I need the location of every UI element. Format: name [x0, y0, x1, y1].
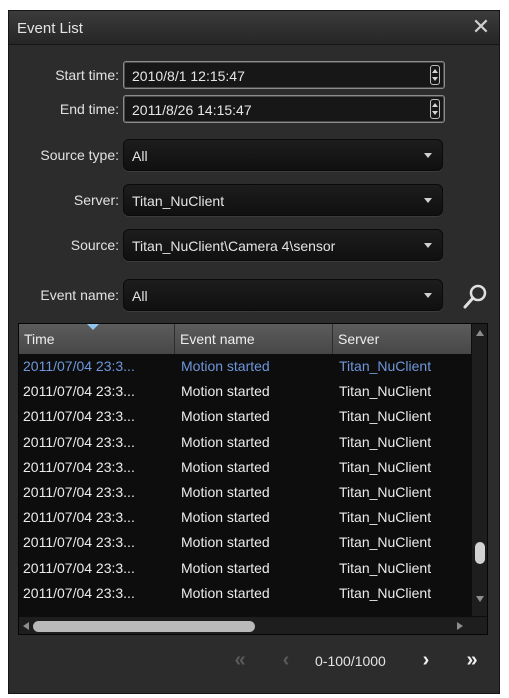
- event-name-dropdown[interactable]: All: [123, 279, 443, 311]
- table-row[interactable]: 2011/07/04 23:3... Motion started Titan_Nu…: [19, 430, 471, 455]
- last-page-button[interactable]: »: [459, 647, 485, 673]
- chevron-down-icon: [424, 198, 432, 203]
- vertical-scroll-thumb[interactable]: [475, 542, 485, 564]
- source-dropdown[interactable]: Titan_NuClient\Camera 4\sensor: [123, 229, 443, 261]
- cell-time: 2011/07/04 23:3...: [23, 509, 135, 526]
- cell-server: Titan_NuClient: [339, 559, 432, 576]
- search-icon[interactable]: [459, 281, 491, 313]
- cell-time: 2011/07/04 23:3...: [23, 458, 135, 475]
- cell-time: 2011/07/04 23:3...: [23, 483, 135, 500]
- cell-time: 2011/07/04 23:3...: [23, 534, 135, 551]
- event-name-value: All: [132, 288, 148, 304]
- table-header: Time Event name Server: [19, 324, 471, 354]
- cell-server: Titan_NuClient: [339, 534, 432, 551]
- cell-time: 2011/07/04 23:3...: [23, 433, 135, 450]
- table-row[interactable]: 2011/07/04 23:3... Motion started Titan_Nu…: [19, 480, 471, 505]
- cell-event-name: Motion started: [181, 458, 270, 475]
- next-page-button[interactable]: ›: [417, 647, 435, 673]
- cell-event-name: Motion started: [181, 358, 270, 374]
- table-row[interactable]: 2011/07/04 23:3... Motion started Titan_Nu…: [19, 404, 471, 429]
- page-info: 0-100/1000: [315, 653, 386, 669]
- spinner-down-icon[interactable]: [432, 111, 438, 115]
- chevron-down-icon: [424, 243, 432, 248]
- end-time-field[interactable]: 2011/8/26 14:15:47: [123, 95, 445, 123]
- spinner-up-icon[interactable]: [432, 103, 438, 107]
- chevron-down-icon: [424, 293, 432, 298]
- chevron-down-icon: [424, 153, 432, 158]
- table-row[interactable]: 2011/07/04 23:3... Motion started Titan_Nu…: [19, 505, 471, 530]
- table-row[interactable]: 2011/07/04 23:3... Motion started Titan_Nu…: [19, 455, 471, 480]
- column-header-server[interactable]: Server: [333, 324, 471, 354]
- event-list-window: Event List ✕ Start time: 2010/8/1 12:15:…: [8, 10, 500, 694]
- cell-event-name: Motion started: [181, 408, 270, 425]
- first-page-button[interactable]: «: [227, 647, 253, 673]
- cell-time: 2011/07/04 23:3...: [23, 408, 135, 425]
- horizontal-scrollbar[interactable]: [19, 617, 472, 634]
- cell-event-name: Motion started: [181, 509, 270, 526]
- spinner-up-icon[interactable]: [432, 69, 438, 73]
- event-name-label: Event name:: [40, 287, 119, 303]
- spinner-down-icon[interactable]: [432, 77, 438, 81]
- close-icon[interactable]: ✕: [469, 15, 493, 39]
- table-row[interactable]: 2011/07/04 23:3... Motion started Titan_Nu…: [19, 379, 471, 404]
- cell-time: 2011/07/04 23:3...: [23, 358, 135, 374]
- column-header-event-name[interactable]: Event name: [175, 324, 333, 354]
- cell-time: 2011/07/04 23:3...: [23, 383, 135, 400]
- scroll-right-icon[interactable]: [457, 622, 463, 630]
- source-label: Source:: [70, 237, 119, 253]
- cell-event-name: Motion started: [181, 383, 270, 400]
- start-time-value: 2010/8/1 12:15:47: [132, 68, 245, 84]
- source-type-dropdown[interactable]: All: [123, 139, 443, 171]
- source-type-value: All: [132, 148, 148, 164]
- scroll-down-icon[interactable]: [476, 596, 484, 602]
- cell-event-name: Motion started: [181, 534, 270, 551]
- cell-event-name: Motion started: [181, 559, 270, 576]
- server-value: Titan_NuClient: [132, 193, 225, 209]
- server-dropdown[interactable]: Titan_NuClient: [123, 184, 443, 216]
- cell-server: Titan_NuClient: [339, 433, 432, 450]
- table-row[interactable]: 2011/07/04 23:3... Motion started Titan_Nu…: [19, 556, 471, 581]
- prev-page-button[interactable]: ‹: [277, 647, 295, 673]
- cell-server: Titan_NuClient: [339, 458, 432, 475]
- sort-indicator-icon: [87, 324, 99, 330]
- scroll-left-icon[interactable]: [23, 622, 29, 630]
- cell-time: 2011/07/04 23:3...: [23, 584, 135, 601]
- cell-time: 2011/07/04 23:3...: [23, 559, 135, 576]
- end-time-value: 2011/8/26 14:15:47: [132, 102, 252, 118]
- vertical-scrollbar[interactable]: [472, 324, 487, 616]
- cell-server: Titan_NuClient: [339, 584, 432, 601]
- start-time-field[interactable]: 2010/8/1 12:15:47: [123, 61, 445, 89]
- cell-event-name: Motion started: [181, 483, 270, 500]
- cell-event-name: Motion started: [181, 584, 270, 601]
- server-label: Server:: [73, 192, 119, 208]
- event-table: Time Event name Server 2011/07/04 23:3..…: [18, 323, 488, 635]
- cell-server: Titan_NuClient: [339, 358, 432, 374]
- start-time-spinner[interactable]: [430, 65, 440, 85]
- title-bar: Event List ✕: [9, 11, 499, 45]
- source-type-label: Source type:: [40, 147, 119, 163]
- start-time-label: Start time:: [55, 67, 119, 83]
- scrollbar-corner: [472, 617, 487, 634]
- end-time-spinner[interactable]: [430, 99, 440, 119]
- table-row[interactable]: 2011/07/04 23:3... Motion started Titan_Nu…: [19, 530, 471, 555]
- cell-server: Titan_NuClient: [339, 383, 432, 400]
- horizontal-scroll-thumb[interactable]: [33, 621, 255, 632]
- cell-server: Titan_NuClient: [339, 509, 432, 526]
- end-time-label: End time:: [59, 101, 119, 117]
- table-body: 2011/07/04 23:3... Motion started Titan_Nu…: [19, 354, 471, 606]
- table-row[interactable]: 2011/07/04 23:3... Motion started Titan_Nu…: [19, 354, 471, 379]
- source-value: Titan_NuClient\Camera 4\sensor: [132, 238, 336, 254]
- cell-server: Titan_NuClient: [339, 408, 432, 425]
- search-button[interactable]: [459, 281, 491, 313]
- scroll-up-icon[interactable]: [476, 330, 484, 336]
- table-row[interactable]: 2011/07/04 23:3... Motion started Titan_Nu…: [19, 581, 471, 606]
- cell-server: Titan_NuClient: [339, 483, 432, 500]
- window-title: Event List: [17, 20, 83, 37]
- cell-event-name: Motion started: [181, 433, 270, 450]
